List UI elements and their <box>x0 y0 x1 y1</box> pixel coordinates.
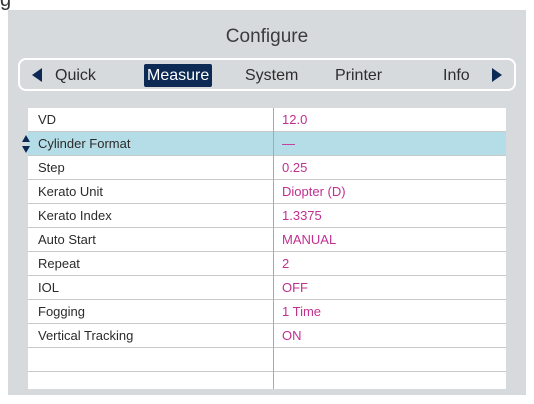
arrow-left-icon[interactable] <box>32 68 42 82</box>
column-divider <box>273 108 274 389</box>
tab-quick[interactable]: Quick <box>52 64 99 87</box>
row-label: Cylinder Format <box>38 136 131 151</box>
row-value[interactable]: 0.25 <box>282 156 307 180</box>
tab-bar: Quick Measure System Printer Info <box>18 58 516 91</box>
tab-info[interactable]: Info <box>440 64 473 87</box>
tab-system[interactable]: System <box>242 64 301 87</box>
corner-text: g <box>0 0 12 11</box>
row-value[interactable]: OFF <box>282 276 308 300</box>
table-row[interactable]: Auto Start MANUAL <box>28 228 506 252</box>
row-value[interactable]: 2 <box>282 252 289 276</box>
row-label: Auto Start <box>38 232 96 247</box>
table-row[interactable]: Fogging 1 Time <box>28 300 506 324</box>
up-down-icon[interactable] <box>21 134 31 154</box>
row-label: Fogging <box>38 304 85 319</box>
settings-table: VD 12.0 Cylinder Format — Step 0.25 Kera… <box>22 108 506 389</box>
table-row[interactable]: Step 0.25 <box>28 156 506 180</box>
row-value[interactable]: 1 Time <box>282 300 321 324</box>
table-row-empty <box>28 348 506 372</box>
row-label: Kerato Unit <box>38 184 104 199</box>
tab-printer[interactable]: Printer <box>332 64 385 87</box>
row-value[interactable]: — <box>282 132 295 156</box>
row-label: Step <box>38 160 65 175</box>
table-row[interactable]: Kerato Unit Diopter (D) <box>28 180 506 204</box>
tab-measure[interactable]: Measure <box>144 64 213 87</box>
row-label: IOL <box>38 280 59 295</box>
table-row[interactable]: IOL OFF <box>28 276 506 300</box>
table-row-selected[interactable]: Cylinder Format — <box>22 132 506 156</box>
table-row[interactable]: Kerato Index 1.3375 <box>28 204 506 228</box>
row-label: VD <box>38 112 57 127</box>
arrow-right-icon[interactable] <box>492 68 502 82</box>
row-value[interactable]: ON <box>282 324 302 348</box>
row-value[interactable]: 12.0 <box>282 108 307 132</box>
row-label: Kerato Index <box>38 208 112 223</box>
table-row[interactable]: Vertical Tracking ON <box>28 324 506 348</box>
row-value[interactable]: MANUAL <box>282 228 336 252</box>
table-row[interactable]: VD 12.0 <box>28 108 506 132</box>
row-value[interactable]: Diopter (D) <box>282 180 346 204</box>
table-row[interactable]: Repeat 2 <box>28 252 506 276</box>
row-label: Repeat <box>38 256 80 271</box>
page-title: Configure <box>225 26 309 47</box>
configure-panel: Configure Quick Measure System Printer I… <box>8 10 526 395</box>
row-value[interactable]: 1.3375 <box>282 204 322 228</box>
row-label: Vertical Tracking <box>38 328 134 343</box>
